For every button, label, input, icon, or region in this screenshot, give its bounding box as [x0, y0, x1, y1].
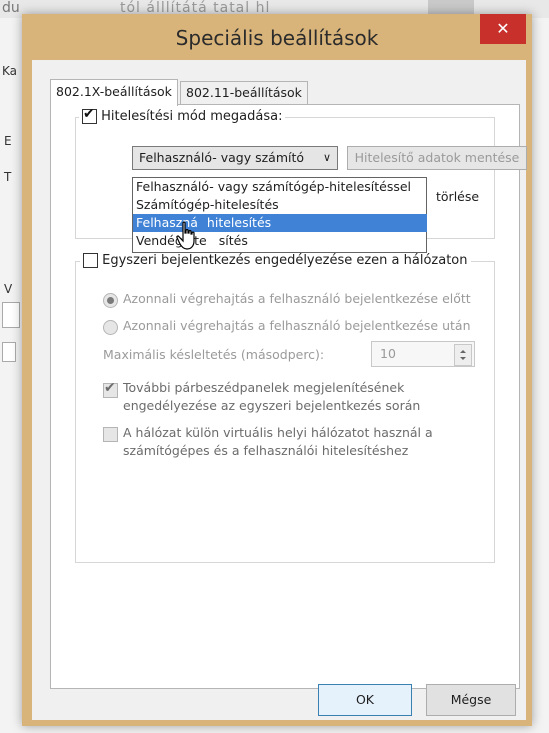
background-field[interactable]	[2, 342, 16, 362]
background-text-fragment: E	[4, 134, 12, 148]
cancel-button[interactable]: Mégse	[426, 684, 516, 716]
dropdown-option-user-or-computer[interactable]: Felhasználó- vagy számítógép-hitelesítés…	[133, 178, 427, 196]
spin-arrows-icon[interactable]	[454, 344, 472, 366]
vlan-label-line1: A hálózat külön virtuális helyi hálózato…	[123, 425, 433, 440]
sso-legend: Egyszeri bejelentkezés engedélyezése eze…	[80, 253, 471, 268]
sso-checkbox[interactable]	[83, 253, 98, 268]
background-title-fragment: du	[2, 0, 20, 16]
additional-dialogs-checkbox[interactable]: ✔	[103, 380, 118, 398]
auth-mode-legend: ✔ Hitelesítési mód megadása:	[79, 106, 286, 124]
auth-mode-selected-value: Felhasználó- vagy számító	[139, 150, 305, 165]
background-text-fragment: V	[4, 282, 13, 296]
delete-credentials-label[interactable]: törlése	[436, 189, 479, 204]
radio-before-logon-label: Azonnali végrehajtás a felhasználó bejel…	[123, 291, 471, 306]
advanced-settings-dialog: Speciális beállítások ✕ 802.1X-beállítás…	[22, 14, 532, 726]
dropdown-option-computer[interactable]: Számítógép-hitelesítés	[133, 196, 427, 214]
tab-80211-settings[interactable]: 802.11-beállítások	[180, 81, 308, 104]
chevron-down-icon: ∨	[322, 151, 331, 164]
tab-panel: ✔ Hitelesítési mód megadása: Felhasználó…	[50, 104, 527, 689]
background-field[interactable]	[2, 302, 20, 328]
dropdown-option-user-tail: hitelesítés	[206, 215, 272, 230]
ok-button[interactable]: OK	[318, 684, 412, 716]
tab-8021x-settings[interactable]: 802.1X-beállítások	[50, 79, 178, 106]
background-text-fragment: Ka	[2, 64, 18, 78]
additional-dialogs-label-line1: További párbeszédpanelek megjelenítéséne…	[123, 380, 405, 395]
radio-before-logon[interactable]	[103, 293, 118, 308]
auth-mode-label: Hitelesítési mód megadása:	[101, 109, 283, 124]
radio-after-logon-label: Azonnali végrehajtás a felhasználó bejel…	[123, 318, 471, 333]
background-close-button[interactable]	[428, 0, 474, 14]
vlan-label-line2: számítógépes és a felhasználói hitelesít…	[123, 443, 409, 458]
max-delay-value: 10	[380, 346, 396, 361]
additional-dialogs-label-line2: engedélyezése az egyszeri bejelentkezés …	[123, 398, 421, 413]
close-button[interactable]: ✕	[480, 14, 526, 44]
auth-mode-select[interactable]: Felhasználó- vagy számító ∨	[132, 146, 338, 170]
dialog-title: Speciális beállítások	[175, 26, 379, 50]
auth-mode-checkbox[interactable]: ✔	[82, 106, 97, 124]
mouse-cursor-icon	[176, 221, 198, 255]
checkmark-icon: ✔	[83, 106, 95, 122]
background-text-fragment: T	[4, 170, 12, 184]
sso-label: Egyszeri bejelentkezés engedélyezése eze…	[102, 253, 468, 268]
checkmark-icon: ✔	[104, 380, 116, 396]
max-delay-spinbox[interactable]: 10	[371, 341, 475, 367]
dropdown-option-guest-tail: sítés	[218, 233, 248, 248]
vlan-checkbox[interactable]	[103, 427, 118, 442]
radio-dot-icon	[107, 297, 114, 304]
max-delay-label: Maximális késleltetés (másodperc):	[103, 347, 325, 362]
radio-after-logon[interactable]	[103, 320, 118, 335]
save-credentials-button[interactable]: Hitelesítő adatok mentése	[347, 146, 527, 170]
dialog-client-area: 802.1X-beállítások 802.11-beállítások ✔ …	[32, 60, 527, 720]
